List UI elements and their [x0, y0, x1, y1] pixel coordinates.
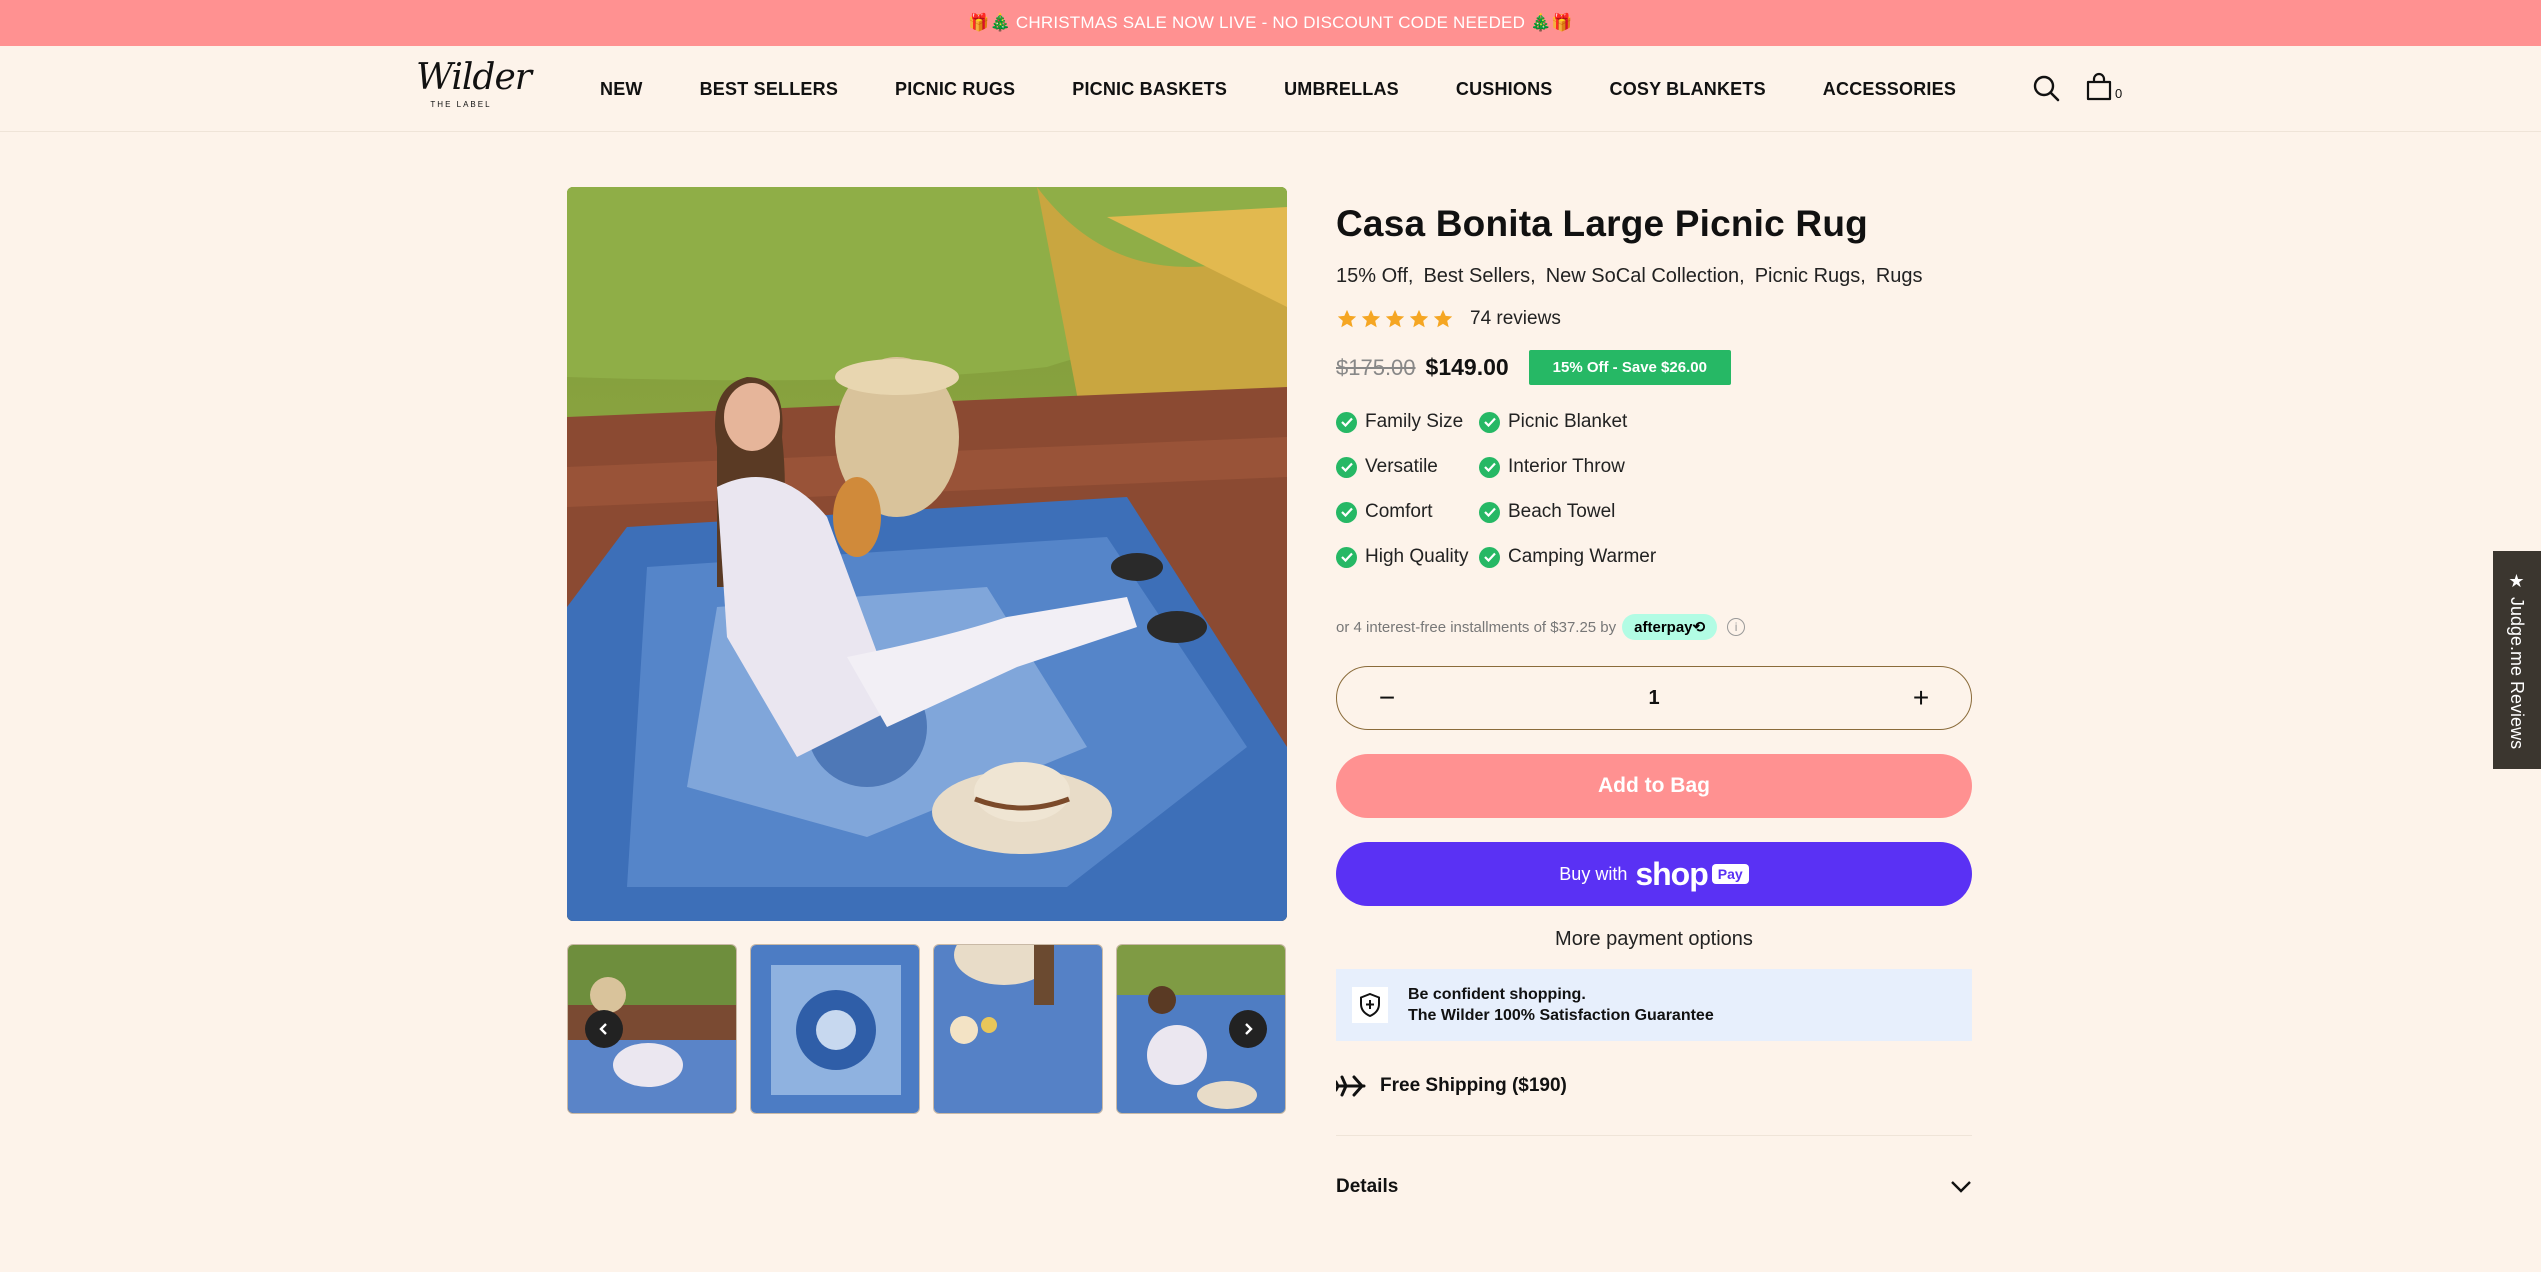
- product-title: Casa Bonita Large Picnic Rug: [1336, 203, 1868, 244]
- check-icon: [1479, 501, 1500, 523]
- nav-item-umbrellas[interactable]: UMBRELLAS: [1284, 79, 1399, 100]
- star-icon: [1337, 309, 1357, 328]
- cart-count: 0: [2115, 86, 2123, 101]
- quantity-value[interactable]: 1: [1648, 687, 1659, 710]
- check-icon: [1336, 501, 1357, 523]
- shipping-text: Free Shipping ($190): [1380, 1075, 1567, 1096]
- feature-label: Beach Towel: [1508, 501, 1616, 522]
- shop-pay-button[interactable]: Buy with shop Pay: [1336, 842, 1972, 906]
- site-header: Wilder THE LABEL NEW BEST SELLERS PICNIC…: [0, 46, 2541, 132]
- judgeme-label: ★ Judge.me Reviews: [2507, 570, 2527, 750]
- quantity-stepper: − 1 +: [1336, 666, 1972, 730]
- feature-label: Family Size: [1365, 411, 1464, 432]
- feature-label: Versatile: [1365, 456, 1438, 477]
- save-badge: 15% Off - Save $26.00: [1528, 350, 1731, 385]
- feature-label: High Quality: [1365, 546, 1469, 567]
- feature-item: Versatile: [1336, 456, 1479, 478]
- thumbnail-2[interactable]: [750, 944, 920, 1114]
- star-icon: [1409, 309, 1429, 328]
- tag-link[interactable]: Rugs: [1876, 265, 1923, 288]
- star-icon: [1433, 309, 1453, 328]
- feature-item: Beach Towel: [1479, 501, 1679, 523]
- afterpay-badge[interactable]: afterpay⟲: [1622, 614, 1718, 640]
- tag-link[interactable]: New SoCal Collection,: [1546, 265, 1745, 288]
- rating-row[interactable]: 74 reviews: [1336, 308, 1972, 330]
- shield-icon: [1352, 987, 1388, 1023]
- nav-item-picnic-rugs[interactable]: PICNIC RUGS: [895, 79, 1015, 100]
- thumbnail-3[interactable]: [933, 944, 1103, 1114]
- feature-label: Picnic Blanket: [1508, 411, 1628, 432]
- carousel-next-button[interactable]: [1229, 1010, 1267, 1048]
- reviews-count[interactable]: 74 reviews: [1470, 308, 1561, 330]
- nav-item-accessories[interactable]: ACCESSORIES: [1823, 79, 1956, 100]
- carousel-prev-button[interactable]: [585, 1010, 623, 1048]
- cart-icon[interactable]: [2085, 72, 2113, 102]
- feature-item: High Quality: [1336, 546, 1479, 568]
- quantity-increase-button[interactable]: +: [1909, 682, 1933, 714]
- tag-link[interactable]: 15% Off,: [1336, 265, 1413, 288]
- check-icon: [1336, 411, 1357, 433]
- feature-item: Interior Throw: [1479, 456, 1679, 478]
- feature-label: Camping Warmer: [1508, 546, 1657, 567]
- compare-price: $175.00: [1336, 354, 1416, 380]
- logo-subtitle: THE LABEL: [430, 100, 492, 109]
- feature-label: Comfort: [1365, 501, 1433, 522]
- details-accordion[interactable]: Details: [1336, 1176, 1972, 1198]
- nav-item-cosy-blankets[interactable]: COSY BLANKETS: [1610, 79, 1766, 100]
- feature-item: Camping Warmer: [1479, 546, 1679, 568]
- thumbnail-carousel: [567, 944, 1287, 1114]
- judgeme-reviews-tab[interactable]: ★ Judge.me Reviews: [2493, 551, 2541, 769]
- logo-script: Wilder: [416, 57, 532, 98]
- check-icon: [1479, 546, 1500, 568]
- chevron-right-icon: [1245, 1023, 1253, 1035]
- divider: [1336, 1135, 1972, 1136]
- chevron-left-icon: [599, 1023, 607, 1035]
- star-rating: [1336, 308, 1456, 330]
- details-label: Details: [1336, 1176, 1399, 1197]
- afterpay-row: or 4 interest-free installments of $37.2…: [1336, 614, 1972, 640]
- check-icon: [1479, 456, 1500, 478]
- info-icon[interactable]: i: [1727, 618, 1746, 636]
- star-icon: [1385, 309, 1405, 328]
- shop-pay-badge: Pay: [1711, 864, 1749, 884]
- feature-item: Family Size: [1336, 411, 1479, 433]
- product-tags: 15% Off, Best Sellers, New SoCal Collect…: [1336, 265, 1972, 288]
- main-nav: NEW BEST SELLERS PICNIC RUGS PICNIC BASK…: [600, 46, 1984, 132]
- guarantee-line-2: The Wilder 100% Satisfaction Guarantee: [1408, 1007, 1714, 1024]
- check-icon: [1479, 411, 1500, 433]
- add-to-bag-button[interactable]: Add to Bag: [1336, 754, 1972, 818]
- airplane-icon: [1336, 1075, 1366, 1097]
- quantity-decrease-button[interactable]: −: [1375, 682, 1399, 714]
- nav-item-picnic-baskets[interactable]: PICNIC BASKETS: [1072, 79, 1227, 100]
- price-row: $175.00 $149.00 15% Off - Save $26.00: [1336, 350, 1972, 385]
- product-main-image[interactable]: [567, 187, 1287, 921]
- nav-item-best-sellers[interactable]: BEST SELLERS: [700, 79, 838, 100]
- shipping-row: Free Shipping ($190): [1336, 1073, 1972, 1099]
- logo[interactable]: Wilder THE LABEL: [416, 57, 532, 120]
- feature-label: Interior Throw: [1508, 456, 1625, 477]
- shop-pay-logo: shop: [1635, 855, 1708, 892]
- more-payment-options-link[interactable]: More payment options: [1336, 928, 1972, 951]
- tag-link[interactable]: Picnic Rugs,: [1755, 265, 1866, 288]
- announcement-bar: 🎁🎄 CHRISTMAS SALE NOW LIVE - NO DISCOUNT…: [0, 0, 2541, 46]
- feature-item: Comfort: [1336, 501, 1479, 523]
- chevron-down-icon: [1951, 1181, 1971, 1193]
- guarantee-line-1: Be confident shopping.: [1408, 986, 1586, 1003]
- feature-list: Family Size Picnic Blanket Versatile Int…: [1336, 411, 1972, 568]
- product-info: Casa Bonita Large Picnic Rug 15% Off, Be…: [1336, 187, 1972, 1198]
- star-icon: [1361, 309, 1381, 328]
- shop-pay-prefix: Buy with: [1559, 863, 1628, 884]
- guarantee-text: Be confident shopping. The Wilder 100% S…: [1408, 984, 1714, 1026]
- nav-item-cushions[interactable]: CUSHIONS: [1456, 79, 1553, 100]
- check-icon: [1336, 546, 1357, 568]
- afterpay-text: or 4 interest-free installments of $37.2…: [1336, 618, 1617, 636]
- search-icon[interactable]: [2032, 74, 2060, 102]
- sale-price: $149.00: [1425, 354, 1509, 380]
- feature-item: Picnic Blanket: [1479, 411, 1679, 433]
- check-icon: [1336, 456, 1357, 478]
- tag-link[interactable]: Best Sellers,: [1423, 265, 1535, 288]
- nav-item-new[interactable]: NEW: [600, 79, 643, 100]
- guarantee-banner: Be confident shopping. The Wilder 100% S…: [1336, 969, 1972, 1041]
